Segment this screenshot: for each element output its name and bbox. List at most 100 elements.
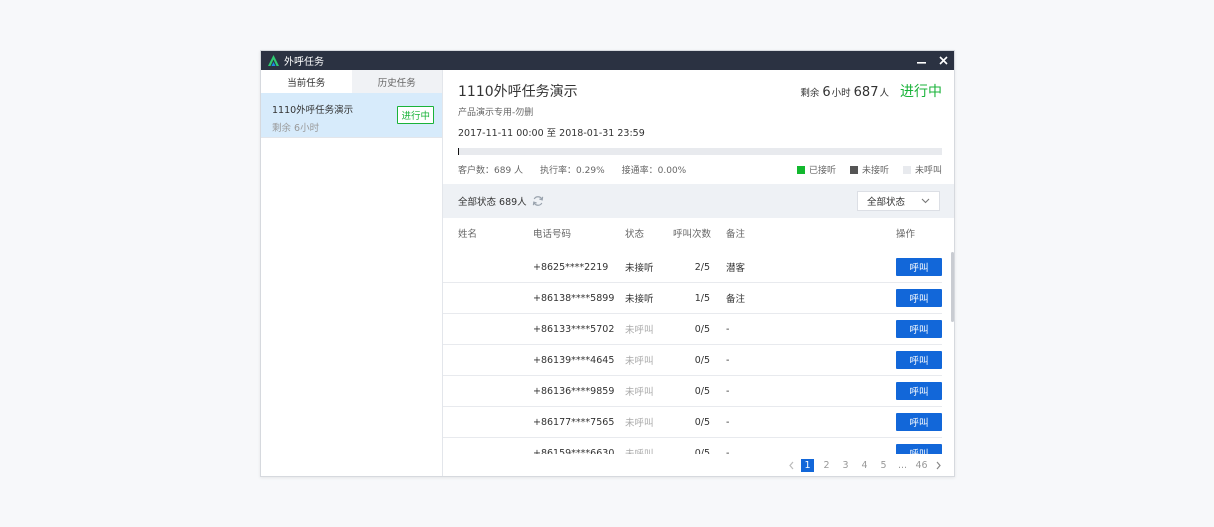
cell-phone: +86133****5702 [533,323,615,335]
cell-note: - [726,416,730,428]
pagination: 1 2 3 4 5... 46 [788,459,942,472]
cell-status: 未呼叫 [625,418,654,429]
cell-status: 未接听 [625,294,654,305]
table-scrollbar[interactable] [951,252,954,322]
page-list: 1 2 3 4 5... 46 [795,459,928,472]
cell-phone: +86138****5899 [533,292,615,304]
task-list-item[interactable]: 1110外呼任务演示 剩余 6小时 进行中 [261,93,442,138]
cell-call-count: 2/5 [694,261,710,273]
header-phone: 电话号码 [533,228,572,240]
task-subtitle: 产品演示专用-勿删 [458,108,534,118]
header-name: 姓名 [458,228,478,240]
cell-call-count: 0/5 [694,385,710,397]
cell-phone: +86159****6630 [533,447,615,455]
page-ellipsis: ... [897,460,908,471]
cell-status: 未呼叫 [625,387,654,398]
call-button[interactable]: 呼叫 [896,413,942,431]
call-button[interactable]: 呼叫 [896,444,942,454]
outbound-task-window: 外呼任务 当前任务 历史任务 1110外呼任务演示 剩余 6小时 进行中 111… [260,50,955,477]
remain-hours-unit: 小时 [831,88,851,99]
remaining-summary: 剩余 6 小时 687 人 进行中 [800,81,942,101]
table-row: +86159****6630 未呼叫 0/5 - 呼叫 [443,438,942,454]
chevron-down-icon [921,198,930,204]
minimize-icon[interactable] [910,51,932,70]
chevron-right-icon[interactable] [935,461,942,470]
remain-hours: 6 [822,85,831,100]
table-row: +86139****4645 未呼叫 0/5 - 呼叫 [443,345,942,376]
status-filter-select[interactable]: 全部状态 [857,191,940,211]
call-button[interactable]: 呼叫 [896,289,942,307]
remain-label: 剩余 [800,88,820,99]
table-row: +86133****5702 未呼叫 0/5 - 呼叫 [443,314,942,345]
table-row: +86177****7565 未呼叫 0/5 - 呼叫 [443,407,942,438]
cell-call-count: 0/5 [694,447,710,455]
refresh-icon[interactable] [532,195,544,207]
header-note: 备注 [726,228,746,240]
cell-note: - [726,354,730,366]
tab-history-tasks[interactable]: 历史任务 [352,70,443,93]
stat-execution-rate: 执行率：0.29% [540,166,605,176]
cell-note: - [726,447,730,455]
filter-summary: 全部状态 689人 [458,197,527,208]
cell-call-count: 1/5 [694,292,710,304]
task-date-range: 2017-11-11 00:00 至 2018-01-31 23:59 [458,128,645,139]
cell-call-count: 0/5 [694,323,710,335]
call-button[interactable]: 呼叫 [896,258,942,276]
cell-call-count: 0/5 [694,354,710,366]
task-stats: 客户数：689 人 执行率：0.29% 接通率：0.00% 已接听 未接听 未呼… [458,163,942,176]
cell-note: 潜客 [726,263,746,274]
progress-fill [458,148,460,155]
legend-answered: 已接听 [796,163,836,176]
window-title: 外呼任务 [284,57,324,68]
cell-phone: +8625****2219 [533,261,609,273]
remain-people: 687 [853,85,879,100]
cell-status: 未接听 [625,263,654,274]
logo-icon [267,54,280,67]
call-table-body[interactable]: +8625****2219 未接听 2/5 潜客 呼叫 +86138****5899 未接听… [443,252,954,454]
page-button[interactable]: 5 [877,459,890,472]
cell-note: - [726,323,730,335]
page-button[interactable]: 46 [915,459,928,472]
cell-call-count: 0/5 [694,416,710,428]
page-button[interactable]: 4 [858,459,871,472]
page-button[interactable]: 3 [839,459,852,472]
task-status: 进行中 [900,84,942,100]
legend-label: 未呼叫 [914,166,942,176]
cell-phone: +86136****9859 [533,385,615,397]
cell-status: 未呼叫 [625,446,654,454]
title-bar: 外呼任务 [261,51,954,70]
legend-label: 未接听 [861,166,889,176]
select-value: 全部状态 [867,197,906,208]
table-row: +86138****5899 未接听 1/5 备注 呼叫 [443,283,942,314]
task-sidebar: 当前任务 历史任务 1110外呼任务演示 剩余 6小时 进行中 [261,70,443,476]
page-button[interactable]: 2 [820,459,833,472]
close-icon[interactable] [932,51,954,70]
legend-not-called: 未呼叫 [902,163,942,176]
cell-note: - [726,385,730,397]
stat-connect-rate: 接通率：0.00% [621,166,687,176]
legend-swatch [902,165,911,174]
tab-current-tasks[interactable]: 当前任务 [261,70,352,93]
cell-status: 未呼叫 [625,356,654,367]
call-button[interactable]: 呼叫 [896,382,942,400]
cell-note: 备注 [726,294,746,305]
remain-people-unit: 人 [879,88,889,99]
page-button[interactable]: 1 [801,459,814,472]
legend-label: 已接听 [808,166,836,176]
call-button[interactable]: 呼叫 [896,320,942,338]
cell-phone: +86139****4645 [533,354,615,366]
legend-swatch [796,165,805,174]
legend-swatch [849,165,858,174]
chevron-left-icon[interactable] [788,461,795,470]
cell-status: 未呼叫 [625,325,654,336]
call-button[interactable]: 呼叫 [896,351,942,369]
legend-unanswered: 未接听 [849,163,889,176]
status-badge: 进行中 [397,106,434,124]
header-status: 状态 [625,228,645,240]
progress-legend: 已接听 未接听 未呼叫 [783,163,942,176]
filter-bar: 全部状态 689人 全部状态 [443,184,954,218]
table-header: 姓名 电话号码 状态 呼叫次数 备注 操作 [443,218,954,247]
header-call-count: 呼叫次数 [673,228,712,240]
cell-phone: +86177****7565 [533,416,615,428]
task-tabs: 当前任务 历史任务 [261,70,442,93]
